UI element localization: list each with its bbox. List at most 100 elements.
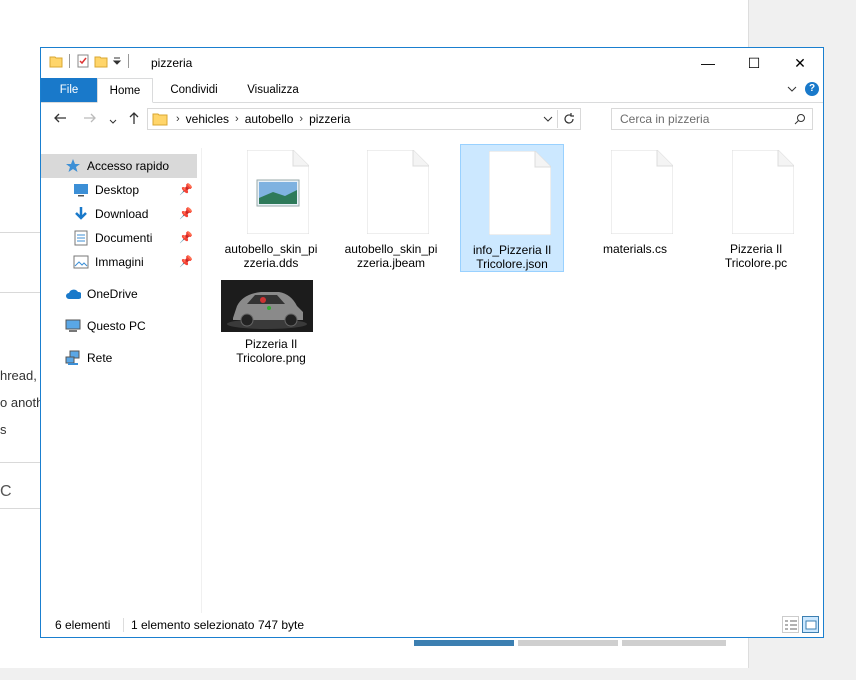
customize-toolbar-icon[interactable] xyxy=(112,54,122,68)
breadcrumb-vehicles[interactable]: vehicles xyxy=(186,112,229,126)
generic-file-icon xyxy=(489,151,551,235)
breadcrumb-separator[interactable]: › xyxy=(176,113,180,125)
documents-icon xyxy=(73,230,89,246)
folder-icon[interactable] xyxy=(49,54,63,68)
folder-icon xyxy=(152,113,168,126)
large-icons-view-icon xyxy=(805,620,816,629)
bg-text: o anoth xyxy=(0,395,44,410)
bg-button[interactable] xyxy=(622,640,726,646)
back-button[interactable] xyxy=(53,111,67,129)
sidebar-item-quick-access[interactable]: Accesso rapido xyxy=(41,154,197,178)
back-arrow-icon xyxy=(54,113,66,123)
tab-home[interactable]: Home xyxy=(97,78,153,103)
quick-access-toolbar xyxy=(49,54,131,68)
title-bar: pizzeria — ☐ ✕ xyxy=(41,48,823,78)
sidebar-item-onedrive[interactable]: OneDrive xyxy=(41,282,197,306)
window-title: pizzeria xyxy=(151,56,193,70)
file-item-selected[interactable]: info_Pizzeria Il Tricolore.json xyxy=(460,144,564,272)
computer-icon xyxy=(65,318,81,334)
sidebar-item-label: Documenti xyxy=(95,231,153,245)
bg-divider xyxy=(0,292,40,293)
forward-button[interactable] xyxy=(83,111,97,129)
desktop-icon xyxy=(73,182,89,198)
breadcrumb-pizzeria[interactable]: pizzeria xyxy=(309,112,350,126)
file-item[interactable]: autobello_skin_pi zzeria.jbeam xyxy=(339,144,443,272)
file-item[interactable]: Pizzeria Il Tricolore.png xyxy=(219,280,323,380)
details-view-button[interactable] xyxy=(782,616,799,633)
details-view-icon xyxy=(784,620,797,629)
new-folder-icon[interactable] xyxy=(94,54,108,68)
sidebar-item-label: Questo PC xyxy=(87,319,146,333)
sidebar-item-label: Immagini xyxy=(95,255,144,269)
generic-file-icon xyxy=(367,150,429,234)
file-item[interactable]: autobello_skin_pi zzeria.dds xyxy=(219,144,323,272)
address-history-icon[interactable] xyxy=(539,109,557,129)
sidebar-item-label: Desktop xyxy=(95,183,140,197)
bg-divider xyxy=(0,462,40,463)
bg-button[interactable] xyxy=(518,640,618,646)
pin-icon[interactable]: 📌 xyxy=(179,183,193,196)
network-icon xyxy=(65,350,81,366)
minimize-button[interactable]: — xyxy=(685,48,731,78)
generic-file-icon xyxy=(611,150,673,234)
generic-file-icon xyxy=(732,150,794,234)
selection-size: 747 byte xyxy=(258,618,305,632)
sidebar-item-desktop[interactable]: Desktop 📌 xyxy=(41,178,197,202)
ribbon-right-controls: ? xyxy=(787,82,819,96)
download-icon xyxy=(73,206,89,222)
sidebar-item-pictures[interactable]: Immagini 📌 xyxy=(41,250,197,274)
forward-arrow-icon xyxy=(84,113,96,123)
pin-icon[interactable]: 📌 xyxy=(179,207,193,220)
up-arrow-icon xyxy=(129,112,139,124)
bg-text: hread, xyxy=(0,368,37,383)
close-button[interactable]: ✕ xyxy=(777,48,823,78)
window-controls: — ☐ ✕ xyxy=(685,48,823,78)
breadcrumb-separator[interactable]: › xyxy=(299,113,303,125)
status-bar: 6 elementi 1 elemento selezionato 747 by… xyxy=(41,613,823,637)
tab-file[interactable]: File xyxy=(41,78,97,102)
sidebar-item-label: Accesso rapido xyxy=(87,159,170,173)
bg-button[interactable] xyxy=(414,640,514,646)
cloud-icon xyxy=(65,286,81,302)
large-icons-view-button[interactable] xyxy=(802,616,819,633)
toolbar-separator xyxy=(128,54,129,68)
recent-locations-button[interactable] xyxy=(109,113,117,130)
car-thumbnail xyxy=(221,280,313,332)
file-item[interactable]: materials.cs xyxy=(583,144,687,272)
view-toggle xyxy=(782,616,819,633)
pin-icon[interactable]: 📌 xyxy=(179,231,193,244)
status-divider xyxy=(123,618,124,632)
address-bar[interactable]: › vehicles › autobello › pizzeria xyxy=(147,108,581,130)
breadcrumb-separator[interactable]: › xyxy=(235,113,239,125)
sidebar-item-network[interactable]: Rete xyxy=(41,346,197,370)
sidebar-item-documents[interactable]: Documenti 📌 xyxy=(41,226,197,250)
address-controls xyxy=(539,109,580,129)
bg-divider xyxy=(0,232,40,233)
breadcrumb-autobello[interactable]: autobello xyxy=(245,112,294,126)
chevron-down-icon xyxy=(109,119,117,124)
sidebar-item-download[interactable]: Download 📌 xyxy=(41,202,197,226)
file-item[interactable]: Pizzeria Il Tricolore.pc xyxy=(704,144,808,272)
search-input[interactable]: Cerca in pizzeria xyxy=(611,108,813,130)
tab-view[interactable]: Visualizza xyxy=(233,78,313,102)
pictures-icon xyxy=(73,254,89,270)
sidebar-item-this-pc[interactable]: Questo PC xyxy=(41,314,197,338)
maximize-button[interactable]: ☐ xyxy=(731,48,777,78)
close-icon: ✕ xyxy=(794,54,806,71)
minimize-icon: — xyxy=(701,55,715,71)
search-placeholder: Cerca in pizzeria xyxy=(620,112,710,126)
bg-divider xyxy=(0,508,40,509)
refresh-icon[interactable] xyxy=(558,109,580,129)
up-button[interactable] xyxy=(127,111,141,129)
properties-icon[interactable] xyxy=(76,54,90,68)
image-file-icon xyxy=(247,150,309,234)
file-list: autobello_skin_pi zzeria.dds autobello_sk… xyxy=(209,144,823,613)
tab-share[interactable]: Condividi xyxy=(157,78,231,102)
pin-icon[interactable]: 📌 xyxy=(179,255,193,268)
help-icon[interactable]: ? xyxy=(805,82,819,96)
sidebar-item-label: Download xyxy=(95,207,149,221)
expand-ribbon-icon[interactable] xyxy=(787,85,797,93)
file-name: autobello_skin_pi zzeria.jbeam xyxy=(344,242,438,270)
sidebar-item-label: Rete xyxy=(87,351,113,365)
item-count: 6 elementi xyxy=(55,618,111,632)
